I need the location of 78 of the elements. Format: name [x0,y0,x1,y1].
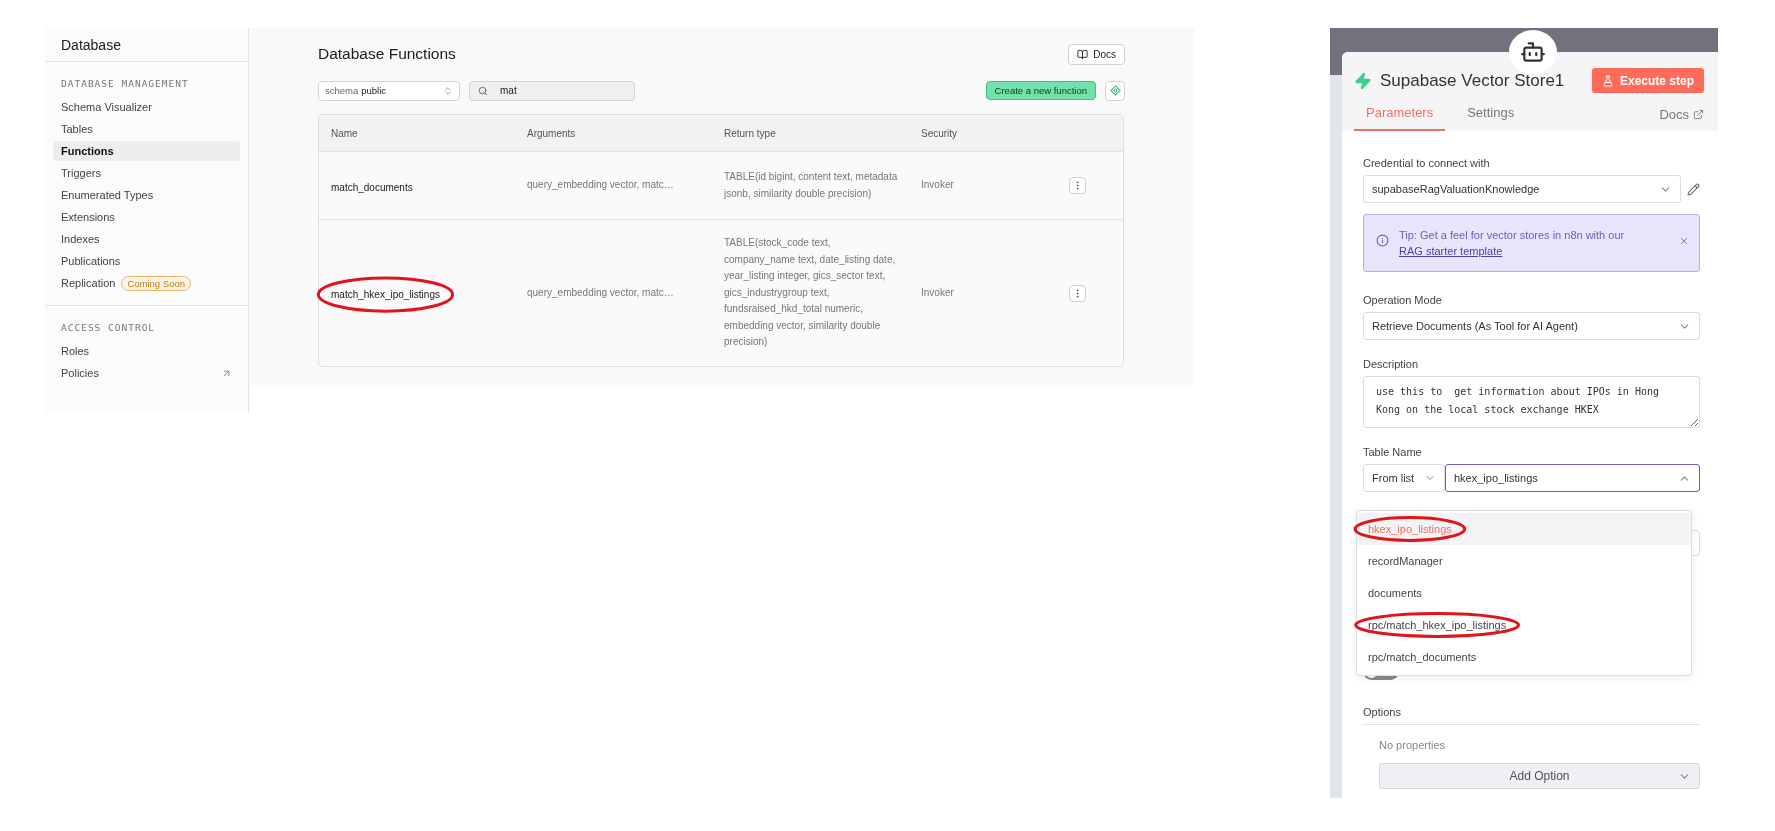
item-label: Triggers [61,167,102,179]
book-icon [1077,48,1089,60]
table-select[interactable]: hkex_ipo_listings [1445,464,1700,492]
page-title: Database Functions [318,45,456,63]
pencil-icon[interactable] [1687,182,1700,196]
item-label: Publications [61,255,122,267]
sidebar-item[interactable]: Policies [53,363,240,383]
add-option-button[interactable]: Add Option [1379,763,1700,789]
close-icon[interactable] [1679,236,1689,246]
field-label: Description [1363,358,1420,370]
row-menu-button[interactable] [1069,284,1086,302]
row-menu-button[interactable] [1069,177,1086,194]
field-label: Credential to connect with [1363,157,1491,169]
section-heading: ACCESS CONTROL [60,321,157,335]
dropdown-option[interactable]: recordManager [1357,545,1691,577]
docs-link[interactable]: Docs [1659,107,1704,131]
item-label: Indexes [61,233,101,245]
dropdown-option[interactable]: documents [1357,577,1691,609]
sidebar-item[interactable]: Publications [53,251,240,271]
tip-text: Tip: Get a feel for vector stores in n8n with our RAG starter template [1399,228,1626,259]
mode-select[interactable]: From list [1363,464,1445,492]
node-title: Supabase Vector Store1 [1380,70,1566,91]
sidebar-item[interactable]: Tables [53,119,240,139]
sidebar-item[interactable]: Extensions [53,207,240,227]
search-icon [478,85,488,96]
table-cell-text: Invoker [920,285,955,300]
description-field[interactable]: use this to get information about IPOs in Hong Kong on the local stock exchange HKEX [1363,376,1700,428]
item-label: Schema Visualizer [61,101,153,113]
flask-icon [1601,74,1614,87]
operation-mode-select[interactable]: Retrieve Documents (As Tool for AI Agent) [1363,312,1700,340]
column-header: Return type [723,127,777,139]
credential-select[interactable]: supabaseRagValuationKnowledge [1363,175,1681,203]
table-cell-text: Invoker [920,178,955,193]
field-label: Table Name [1363,446,1423,458]
external-link-icon [1693,109,1704,120]
table-cell-text: TABLE(id bigint, content text, metadata jsonb, similarity double precision) [722,170,899,201]
diamond-icon [1109,85,1121,96]
section-heading: DATABASE MANAGEMENT [60,77,190,91]
sidebar-item[interactable]: Functions [53,141,240,161]
sidebar-item[interactable]: Roles [53,341,240,361]
column-header: Arguments [526,127,577,139]
bolt-icon [1354,71,1372,90]
status-badge: Coming Soon [121,275,191,291]
create-function-button[interactable]: Create a new function [985,81,1096,100]
sidebar-item[interactable]: Indexes [53,229,240,249]
chevrons-icon [443,85,453,96]
dropdown-option[interactable]: rpc/match_documents [1357,641,1691,673]
item-label: Replication [61,277,116,289]
item-label: Extensions [61,211,116,223]
function-name: match_documents [331,181,413,193]
empty-text: No properties [1379,739,1447,751]
item-label: Policies [61,367,99,379]
tab[interactable]: Settings [1455,103,1527,131]
sidebar-item[interactable]: Replication Coming Soon [53,273,240,293]
item-label: Tables [61,123,94,135]
function-name: match_hkex_ipo_listings [331,289,440,300]
table-cell-text: TABLE(stock_code text, company_name text, date_listing date, year_listing integer, gics_sector text, gics_industrygroup text, fundsraised_hkd_total numeric, embedding vector, similarity double precision) [723,236,897,350]
info-icon [1376,234,1389,247]
table-cell-text: query_embedding vector, matc… [526,285,675,300]
search-field[interactable]: mat [469,80,635,101]
sidebar-item[interactable]: Enumerated Types [53,185,240,205]
sidebar-item[interactable]: Triggers [53,163,240,183]
table-cell-text: query_embedding vector, matc… [526,178,675,193]
column-header: Name [330,127,359,139]
docs-button[interactable]: Docs [1068,43,1125,65]
item-label: Enumerated Types [61,189,155,201]
dropdown-option[interactable]: rpc/match_hkex_ipo_listings [1357,609,1691,641]
sidebar-item[interactable]: Schema Visualizer [53,97,240,117]
settings-button[interactable] [1105,80,1125,101]
schema-select[interactable]: schema public [318,80,460,101]
column-header: Security [920,127,959,139]
item-label: Functions [61,145,115,157]
template-link[interactable]: RAG starter template [1399,245,1503,257]
section-label: Options [1363,706,1700,725]
sidebar-title: Database [45,28,248,62]
robot-icon [1520,39,1546,65]
item-label: Roles [61,345,91,357]
field-label: Operation Mode [1363,294,1443,306]
